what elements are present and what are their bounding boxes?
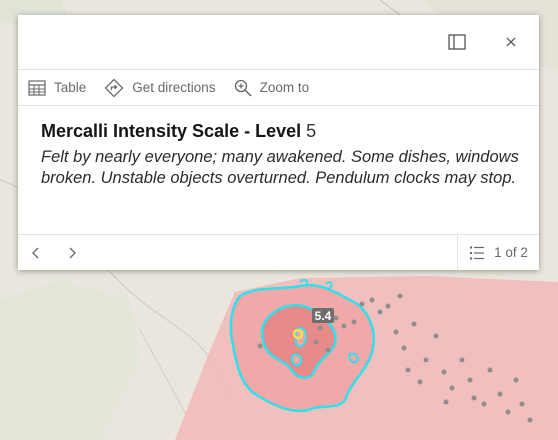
previous-feature-button[interactable] [26,243,46,263]
feature-count-menu[interactable]: 1 of 2 [457,235,539,270]
feature-title: Mercalli Intensity Scale - Level 5 [41,121,521,142]
zoom-to-label: Zoom to [259,80,310,95]
popup-header [18,15,539,69]
table-icon [28,79,46,96]
get-directions-action[interactable]: Get directions [104,78,216,98]
popup-actions-bar: Table Get directions Zoom to [18,69,539,106]
magnitude-label: 5.4 [315,309,332,323]
close-icon [506,37,516,47]
table-action[interactable]: Table [28,79,87,96]
get-directions-label: Get directions [132,80,216,95]
zoom-to-icon [234,79,252,97]
dock-button[interactable] [442,27,472,57]
feature-title-text: Mercalli Intensity Scale - Level [41,121,302,141]
zoom-to-action[interactable]: Zoom to [234,79,310,97]
chevron-left-icon [32,247,39,259]
popup-footer: 1 of 2 [18,234,539,270]
feature-list-icon [470,246,485,259]
popup-content: Mercalli Intensity Scale - Level 5 Felt … [41,121,521,189]
feature-level: 5 [306,121,317,141]
table-action-label: Table [54,80,87,95]
close-button[interactable] [496,27,526,57]
feature-description: Felt by nearly everyone; many awakened. … [41,148,519,187]
chevron-right-icon [69,247,76,259]
directions-icon [104,78,124,97]
dock-panel-icon [448,34,466,50]
feature-count: 1 of 2 [494,245,528,260]
feature-popup: Table Get directions Zoom to Mercalli In… [18,15,539,270]
next-feature-button[interactable] [62,243,82,263]
